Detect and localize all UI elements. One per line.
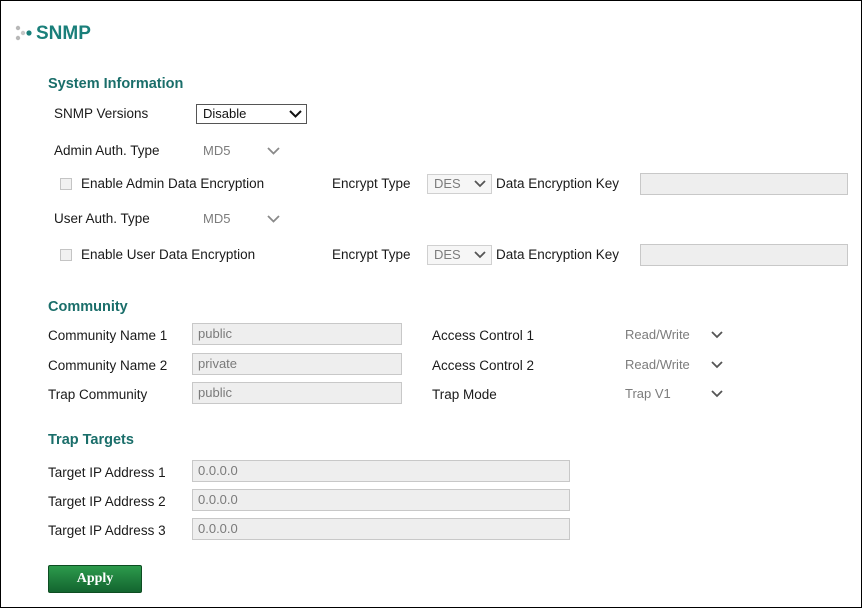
user-encryption-checkbox[interactable] (60, 249, 72, 261)
apply-button[interactable]: Apply (48, 565, 142, 593)
access-control-1-select[interactable]: Read/Write (618, 325, 729, 345)
community-heading: Community (48, 299, 128, 315)
chevron-down-icon (265, 215, 281, 223)
trap-mode-select[interactable]: Trap V1 (618, 384, 729, 404)
trap-targets-heading: Trap Targets (48, 432, 134, 448)
user-auth-select[interactable]: MD5 (196, 209, 285, 229)
chevron-down-icon (709, 390, 725, 398)
admin-auth-label: Admin Auth. Type (54, 143, 160, 158)
trap-mode-label: Trap Mode (432, 387, 497, 402)
admin-data-key-label: Data Encryption Key (496, 176, 620, 191)
chevron-down-icon (472, 180, 488, 188)
target-ip-3-label: Target IP Address 3 (48, 523, 166, 538)
access-control-1-label: Access Control 1 (432, 328, 535, 343)
user-auth-label: User Auth. Type (54, 211, 150, 226)
user-data-key-label: Data Encryption Key (496, 247, 620, 262)
admin-encrypt-type-select[interactable]: DES (427, 174, 492, 194)
trap-community-input[interactable]: public (192, 382, 402, 404)
admin-encryption-label: Enable Admin Data Encryption (81, 176, 265, 191)
target-ip-2-input[interactable]: 0.0.0.0 (192, 489, 570, 511)
access-control-2-label: Access Control 2 (432, 358, 535, 373)
community-name-1-label: Community Name 1 (48, 328, 168, 343)
user-encrypt-type-select[interactable]: DES (427, 245, 492, 265)
chevron-down-icon (472, 251, 488, 259)
snmp-versions-select[interactable]: Disable (196, 104, 307, 124)
user-data-key-input[interactable] (640, 244, 848, 266)
community-name-2-input[interactable]: private (192, 353, 402, 375)
admin-auth-select[interactable]: MD5 (196, 141, 285, 161)
page-title: SNMP (36, 23, 91, 44)
page-header: SNMP (14, 22, 91, 46)
target-ip-2-label: Target IP Address 2 (48, 494, 166, 509)
user-encryption-label: Enable User Data Encryption (81, 247, 256, 262)
target-ip-1-input[interactable]: 0.0.0.0 (192, 460, 570, 482)
user-encrypt-type-label: Encrypt Type (332, 247, 411, 262)
target-ip-3-input[interactable]: 0.0.0.0 (192, 518, 570, 540)
admin-encryption-checkbox[interactable] (60, 178, 72, 190)
chevron-down-icon (265, 147, 281, 155)
trap-community-label: Trap Community (48, 387, 148, 402)
snmp-versions-label: SNMP Versions (54, 106, 149, 121)
access-control-2-select[interactable]: Read/Write (618, 355, 729, 375)
community-name-1-input[interactable]: public (192, 323, 402, 345)
dots-icon (14, 24, 32, 45)
target-ip-1-label: Target IP Address 1 (48, 465, 166, 480)
admin-data-key-input[interactable] (640, 173, 848, 195)
community-name-2-label: Community Name 2 (48, 358, 168, 373)
chevron-down-icon (287, 110, 303, 118)
chevron-down-icon (709, 331, 725, 339)
system-info-heading: System Information (48, 76, 184, 92)
chevron-down-icon (709, 361, 725, 369)
admin-encrypt-type-label: Encrypt Type (332, 176, 411, 191)
